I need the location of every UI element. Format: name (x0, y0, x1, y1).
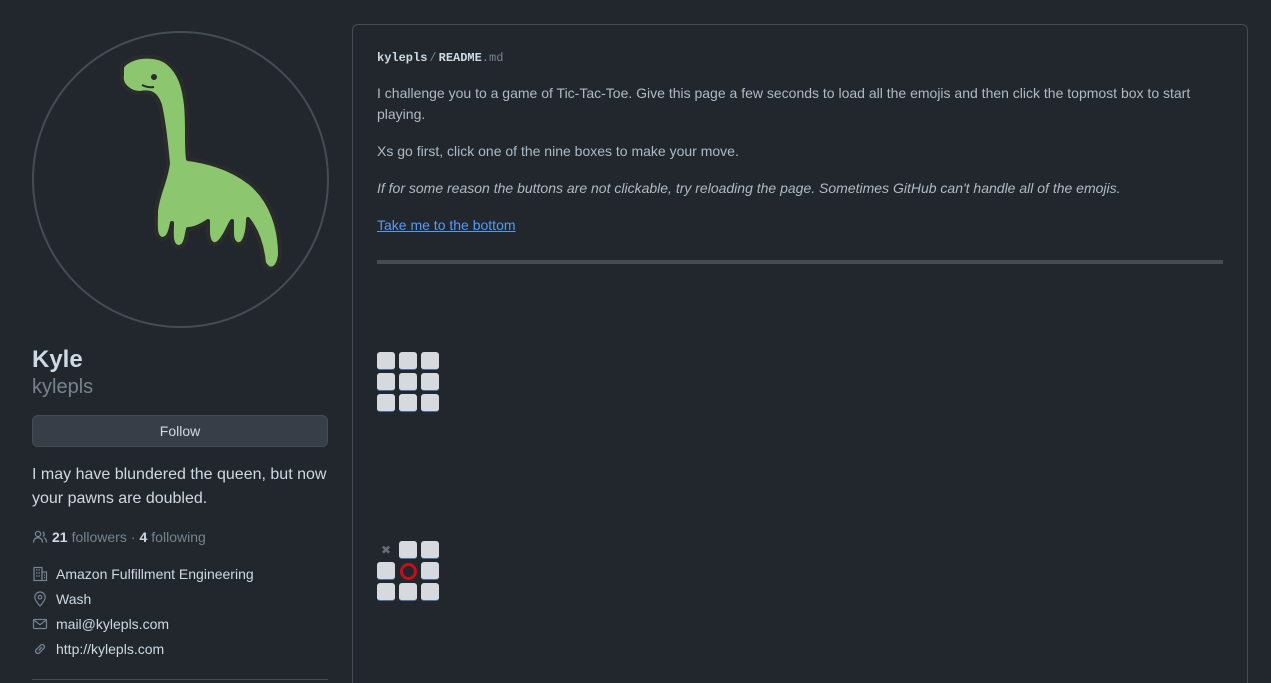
board-cell[interactable] (421, 352, 439, 370)
board-cell[interactable] (421, 583, 439, 601)
readme-paragraph-link: Take me to the bottom (377, 215, 1223, 236)
board-cell[interactable] (377, 562, 395, 580)
website-link[interactable]: http://kylepls.com (56, 641, 164, 657)
profile-avatar[interactable] (32, 31, 329, 328)
organization-icon (33, 566, 48, 581)
following-count: 4 (139, 529, 148, 545)
follow-stats: 21 followers · 4 following (32, 527, 328, 547)
detail-location: Wash (32, 586, 328, 611)
readme-paragraph-intro: I challenge you to a game of Tic-Tac-Toe… (377, 85, 1191, 122)
board-cell[interactable] (377, 352, 395, 370)
o-mark-icon (399, 562, 417, 580)
board-cell[interactable] (421, 562, 439, 580)
readme-path: kylepls / README.md (377, 49, 1223, 67)
follow-button[interactable]: Follow (32, 415, 328, 447)
following-link[interactable]: 4 following (140, 529, 206, 545)
location-icon (34, 590, 46, 607)
board-cell[interactable] (421, 373, 439, 391)
mail-icon (32, 618, 48, 629)
profile-login: kylepls (32, 376, 94, 398)
readme-path-separator: / (429, 51, 437, 65)
profile-name: Kyle (32, 346, 83, 373)
profile-bio: I may have blundered the queen, but now … (32, 466, 327, 507)
bottom-link[interactable]: Take me to the bottom (377, 217, 516, 233)
board-cell[interactable] (399, 394, 417, 412)
board-cell[interactable] (377, 394, 395, 412)
link-icon (34, 643, 46, 654)
following-label: following (151, 529, 206, 545)
board-cell: O (399, 562, 417, 580)
board-cell: X✖ (377, 541, 395, 559)
followers-count: 21 (52, 529, 68, 545)
readme-divider (377, 260, 1223, 264)
board-cell[interactable] (399, 352, 417, 370)
readme-paragraph-note: If for some reason the buttons are not c… (377, 178, 1223, 199)
readme-paragraph-rules: Xs go first, click one of the nine boxes… (377, 143, 739, 159)
location-text: Wash (56, 590, 92, 607)
detail-company: Amazon Fulfillment Engineering (32, 561, 328, 586)
detail-email: mail@kylepls.com (32, 611, 328, 636)
board-cell[interactable] (377, 373, 395, 391)
board-cell[interactable] (399, 583, 417, 601)
followers-label: followers (71, 529, 127, 545)
people-icon (32, 530, 48, 543)
board-cell[interactable] (421, 394, 439, 412)
board-cell[interactable] (377, 583, 395, 601)
x-glyph-icon: ✖ (380, 543, 392, 557)
profile-details: Amazon Fulfillment Engineering Wash mail… (32, 561, 328, 661)
dinosaur-icon (119, 54, 282, 271)
sidebar-divider (32, 679, 328, 680)
tic-tac-toe-board-in-progress: X✖O (377, 541, 439, 601)
profile-sidebar: Kyle kylepls Follow I may have blundered… (32, 31, 329, 661)
board-cell[interactable] (399, 373, 417, 391)
detail-website: http://kylepls.com (32, 636, 328, 661)
readme-note-text: If for some reason the buttons are not c… (377, 180, 1121, 196)
followers-link[interactable]: 21 followers (52, 529, 127, 545)
readme-path-ext: .md (481, 51, 504, 65)
email-link[interactable]: mail@kylepls.com (56, 616, 169, 632)
readme-path-user[interactable]: kylepls (377, 51, 427, 65)
board-cell[interactable] (421, 541, 439, 559)
company-text: Amazon Fulfillment Engineering (56, 565, 254, 582)
tic-tac-toe-board-empty (377, 352, 439, 412)
readme-card: kylepls / README.md I challenge you to a g… (352, 24, 1248, 683)
board-cell[interactable] (399, 541, 417, 559)
stats-separator: · (130, 529, 136, 545)
readme-path-file: README (438, 51, 482, 65)
